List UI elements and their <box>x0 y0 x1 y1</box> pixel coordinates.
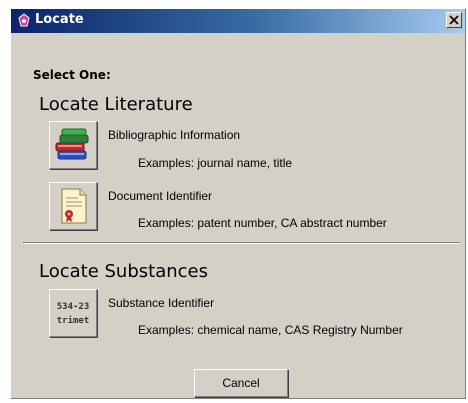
app-icon <box>16 13 32 29</box>
substance-identifier-example: Examples: chemical name, CAS Registry Nu… <box>138 323 403 337</box>
close-button[interactable] <box>446 12 462 28</box>
document-identifier-label: Document Identifier <box>108 189 213 203</box>
title-bar[interactable]: Locate <box>11 9 465 33</box>
bibliographic-information-label: Bibliographic Information <box>108 128 241 142</box>
bibliographic-information-example: Examples: journal name, title <box>138 156 293 170</box>
cancel-button[interactable]: Cancel <box>194 369 288 397</box>
locate-substances-heading: Locate Substances <box>39 261 208 282</box>
substance-identifier-label: Substance Identifier <box>108 296 215 310</box>
substance-icon-number: 534-23 <box>56 302 90 312</box>
section-divider <box>23 242 460 244</box>
close-icon <box>449 15 459 25</box>
document-identifier-button[interactable] <box>49 182 97 230</box>
document-identifier-example: Examples: patent number, CA abstract num… <box>138 216 387 230</box>
window-title: Locate <box>35 12 84 27</box>
bibliographic-information-button[interactable] <box>49 121 97 169</box>
books-icon <box>55 128 89 160</box>
locate-dialog: Locate Select One: Locate Literature Bib… <box>10 8 466 399</box>
select-one-label: Select One: <box>33 68 111 82</box>
document-certificate-icon <box>61 188 87 224</box>
locate-literature-heading: Locate Literature <box>39 94 193 115</box>
substance-identifier-button[interactable]: 534-23 trimet <box>49 289 97 337</box>
substance-icon-name: trimet <box>56 316 90 326</box>
